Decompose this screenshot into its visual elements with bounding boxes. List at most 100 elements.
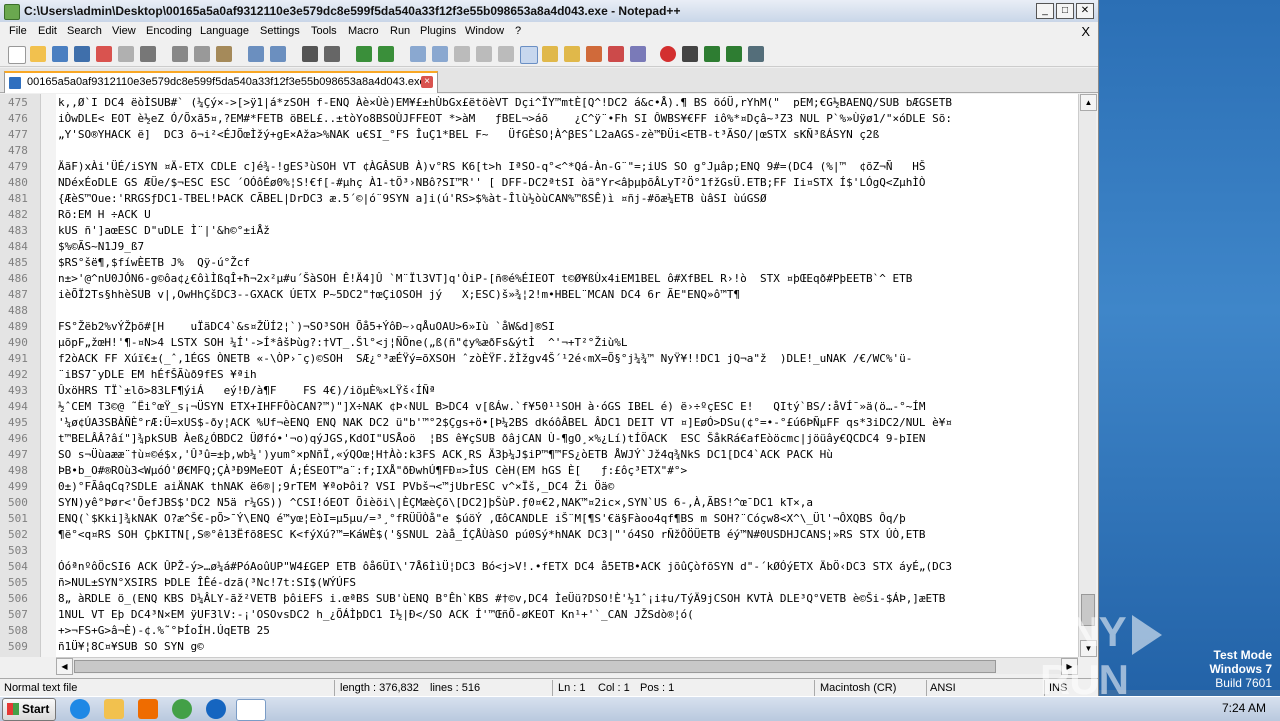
start-button[interactable]: Start <box>2 698 56 721</box>
udl-icon[interactable] <box>520 46 538 64</box>
media-player-icon[interactable] <box>138 699 158 719</box>
code-line[interactable]: 506 8„ àRDLE ö_(ENQ KBS D¼ÂLY-ãž²VETB þôi… <box>0 590 1078 606</box>
code-line[interactable]: 502 ¶ë°<q¤RS SOH ÇþKITN[,S®°ê13Ëfõ8ESC K<… <box>0 526 1078 542</box>
paste-icon[interactable] <box>216 46 232 62</box>
code-line[interactable]: 495 '¼ø¢ÚA3SBÀÑÈ°rÆ:Ü=xUS$-ðy¦ACK %Uf¬èEN… <box>0 414 1078 430</box>
code-line[interactable]: 505 ñ>NUL±SYN°XSIRS ÞDLE ÎÊé-dzã(³Nc!7t:S… <box>0 574 1078 590</box>
code-line[interactable]: 497 SO s¬Üùaææ¨†ù¤©é$x,'Û³û=±þ,wb¼')yum°×… <box>0 446 1078 462</box>
sync-vertical-icon[interactable] <box>410 46 426 62</box>
code-line[interactable]: 500 SYN)yê°Þør<'ÕefJBS$'DC2 N5ä r¼GS)) ^C… <box>0 494 1078 510</box>
maximize-button[interactable]: □ <box>1056 3 1074 19</box>
tab-close-icon[interactable]: × <box>421 76 433 88</box>
copy-icon[interactable] <box>194 46 210 62</box>
code-line[interactable]: 504 ÓóªnºôÖcSI6 ACK ÛPŽ-ý>…ø¼á#PóAoûUP"W4… <box>0 558 1078 574</box>
explorer-icon[interactable] <box>104 699 124 719</box>
code-line[interactable]: 485 $RS°šë¶,$fíwÈETB J% Qÿ-ú°Žcf <box>0 254 1078 270</box>
undo-icon[interactable] <box>248 46 264 62</box>
code-line[interactable]: 481 {ÆèS™Oue:'RRGSƒDC1-TBEL!ÞACK CÃBEL|Dr… <box>0 190 1078 206</box>
save-all-icon[interactable] <box>74 46 90 62</box>
code-line[interactable]: 509 ñ1Ü¥¦8C¤¥SUB SO SYN g© <box>0 638 1078 654</box>
new-file-icon[interactable] <box>8 46 26 64</box>
play-macro-icon[interactable] <box>704 46 720 62</box>
code-line[interactable]: 482 Rõ:EM H ÷ACK U <box>0 206 1078 222</box>
chrome-icon[interactable] <box>172 699 192 719</box>
menu-window[interactable]: Window <box>465 25 504 37</box>
file-tab[interactable]: 00165a5a0af9312110e3e579dc8e599f5da540a3… <box>4 71 438 93</box>
edge-icon[interactable] <box>206 699 226 719</box>
horizontal-scroll-thumb[interactable] <box>74 660 996 673</box>
close-button[interactable]: ✕ <box>1076 3 1094 19</box>
code-line[interactable]: 494 ½ˆCEM T3©@ ˜Ëi°œŸ_s¡¬ÜSYN ETX+IHFFÔòC… <box>0 398 1078 414</box>
menu-macro[interactable]: Macro <box>348 25 379 37</box>
print-icon[interactable] <box>140 46 156 62</box>
code-line[interactable]: 487 ièÕÏ2Ts§hhèSUB v|,OwHhÇšDC3--GXACK ÚE… <box>0 286 1078 302</box>
menu-run[interactable]: Run <box>390 25 410 37</box>
code-line[interactable]: 498 ÞB•b_O#®ROù3<WµóÓ'Ø€MFQ;ÇÀ³Ð9MeEOT Á;… <box>0 462 1078 478</box>
sync-horizontal-icon[interactable] <box>432 46 448 62</box>
internet-explorer-icon[interactable] <box>70 699 90 719</box>
code-line[interactable]: 499 0±)°FÃâqCq?SDLE aiÄNAK thNAK ë6®|;9rT… <box>0 478 1078 494</box>
close-file-icon[interactable] <box>96 46 112 62</box>
cut-icon[interactable] <box>172 46 188 62</box>
horizontal-scrollbar[interactable]: ◀ ▶ <box>56 657 1078 675</box>
close-document-x[interactable]: X <box>1081 24 1090 39</box>
function-list-icon[interactable] <box>564 46 580 62</box>
code-line[interactable]: 478 <box>0 142 1078 158</box>
open-file-icon[interactable] <box>30 46 46 62</box>
save-macro-icon[interactable] <box>748 46 764 62</box>
code-line[interactable]: 508 +>¬FS+G>â¬È)-¢.%˜°ÞÍoÍH.ÚqETB 25 <box>0 622 1078 638</box>
scroll-up-arrow-icon[interactable]: ▲ <box>1080 94 1097 111</box>
code-line[interactable]: 492 ¨iBS7¯yDLE EM hÉfŠÃùð9fES ¥ªih <box>0 366 1078 382</box>
menu-tools[interactable]: Tools <box>311 25 337 37</box>
folder-workspace-icon[interactable] <box>586 46 602 62</box>
clock[interactable]: 7:24 AM <box>1222 701 1266 715</box>
code-line[interactable]: 475 k,,Ø`I DC4 ëòÌSUB#` (¼Çý×->[>ÿ1|á*zSO… <box>0 94 1078 110</box>
menu-encoding[interactable]: Encoding <box>146 25 192 37</box>
code-line[interactable]: 484 $%©ÃS~N1J9_ß7 <box>0 238 1078 254</box>
code-line[interactable]: 480 NDéxÉoDLE GS ÆÜe/$¬ESC ESC ´OÓôÉø0%¦S… <box>0 174 1078 190</box>
save-icon[interactable] <box>52 46 68 62</box>
title-bar[interactable]: C:\Users\admin\Desktop\00165a5a0af931211… <box>0 0 1098 23</box>
zoom-out-icon[interactable] <box>378 46 394 62</box>
code-line[interactable]: 488 <box>0 302 1078 318</box>
code-line[interactable]: 486 n±>'@^nU0JÓN6-g©ôa¢¿€ôìÌßqÎ+ħ¬2x²µ#u´… <box>0 270 1078 286</box>
code-line[interactable]: 477 „Y'SO®YHACK ë] DC3 õ¬i²<ÉJÕœÌžý+gE×Až… <box>0 126 1078 142</box>
code-line[interactable]: 496 t™BELÂÂ?âí"]¾pkSUB Àeß¿ÓBDC2 ÜØfó•'¬o… <box>0 430 1078 446</box>
code-line[interactable]: 479 ÄãF)xÀi'ÜÉ/iSYN ¤Ä-ETX CDLE c]é¾-!gES… <box>0 158 1078 174</box>
find-icon[interactable] <box>302 46 318 62</box>
minimize-button[interactable]: _ <box>1036 3 1054 19</box>
code-line[interactable]: 501 ENQ(`$Kki]¾kNAK O?æ^Š€-pÕ>¯Ý\ENQ é™yœ… <box>0 510 1078 526</box>
code-line[interactable]: 490 µõpF„žœH!'¶-¤N>4 LSTX SOH ¼Í'->Í*âšÞù… <box>0 334 1078 350</box>
menu-search[interactable]: Search <box>67 25 102 37</box>
monitoring-icon[interactable] <box>608 46 624 62</box>
code-line[interactable]: 493 ÛxöHRS TÏ`±lõ>83LF¶ýiÁ eý!Ð/à¶F FS 4€… <box>0 382 1078 398</box>
menu-plugins[interactable]: Plugins <box>420 25 456 37</box>
redo-icon[interactable] <box>270 46 286 62</box>
word-wrap-icon[interactable] <box>454 46 470 62</box>
menu-settings[interactable]: Settings <box>260 25 300 37</box>
code-line[interactable]: 507 1NUL VT Eþ DC4³N×EM ÿUF3lV:-¡'OSOvsDC… <box>0 606 1078 622</box>
vertical-scrollbar[interactable]: ▲ ▼ <box>1078 94 1097 657</box>
code-line[interactable]: 503 <box>0 542 1078 558</box>
menu-language[interactable]: Language <box>200 25 249 37</box>
menu-edit[interactable]: Edit <box>38 25 57 37</box>
menu-help[interactable]: ? <box>515 25 521 37</box>
show-all-chars-icon[interactable] <box>476 46 492 62</box>
code-line[interactable]: 476 iÒwDLE< EOT è½eZ Ó/Õxã5¤,?EM#*FETB öB… <box>0 110 1078 126</box>
replace-icon[interactable] <box>324 46 340 62</box>
indent-guide-icon[interactable] <box>498 46 514 62</box>
stop-macro-icon[interactable] <box>682 46 698 62</box>
code-line[interactable]: 489 FS°Žëb2%vÝŽþõ#[H uÏäDC4`&s¤ŽÜÍ2¦`)¬SO… <box>0 318 1078 334</box>
zoom-in-icon[interactable] <box>356 46 372 62</box>
menu-file[interactable]: File <box>9 25 27 37</box>
scroll-left-arrow-icon[interactable]: ◀ <box>56 658 73 675</box>
play-multiple-icon[interactable] <box>726 46 742 62</box>
doc-map-icon[interactable] <box>542 46 558 62</box>
editor-area[interactable]: 475 k,,Ø`I DC4 ëòÌSUB#` (¼Çý×->[>ÿ1|á*zSO… <box>0 94 1078 657</box>
notepadpp-taskbar-icon[interactable] <box>236 699 266 721</box>
code-line[interactable]: 491 f2òACK FF Xúï€±(_ˆ,1ÉGS ÒNETB «-\ÒP›¯… <box>0 350 1078 366</box>
view-icon[interactable] <box>630 46 646 62</box>
code-line[interactable]: 483 kUS ñ']aœESC D"uDLE Ì¨|'&h©°±iÅž <box>0 222 1078 238</box>
menu-view[interactable]: View <box>112 25 136 37</box>
close-all-icon[interactable] <box>118 46 134 62</box>
